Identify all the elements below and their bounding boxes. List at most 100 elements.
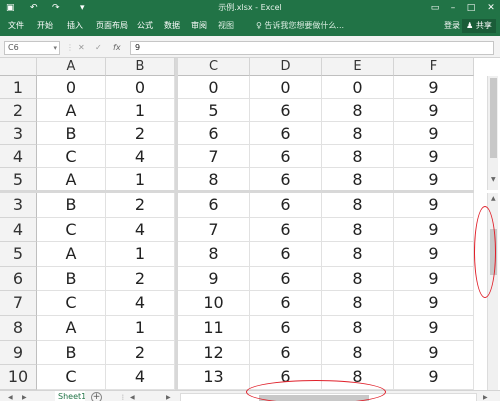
- grid-cell[interactable]: 1: [106, 316, 175, 341]
- tab-view[interactable]: 视图: [218, 20, 234, 32]
- grid-cell[interactable]: 4: [106, 145, 175, 168]
- name-box[interactable]: C6 ▾: [4, 41, 60, 55]
- grid-cell[interactable]: 8: [322, 99, 394, 122]
- grid-cell[interactable]: 0: [37, 76, 106, 99]
- grid-cell[interactable]: 7: [178, 145, 250, 168]
- grid-cell[interactable]: 1: [106, 99, 175, 122]
- grid-cell[interactable]: 6: [250, 316, 322, 341]
- top-vertical-scrollbar[interactable]: ▼: [487, 76, 498, 190]
- grid-cell[interactable]: 8: [322, 193, 394, 218]
- grid-cell[interactable]: C: [37, 217, 106, 243]
- grid-cell[interactable]: C: [37, 291, 106, 316]
- grid-cell[interactable]: B: [37, 193, 106, 218]
- close-icon[interactable]: ✕: [484, 2, 498, 14]
- grid-cell[interactable]: 9: [394, 168, 474, 191]
- grid-cell[interactable]: 9: [178, 266, 250, 292]
- minimize-icon[interactable]: –: [446, 2, 460, 14]
- grid-cell[interactable]: 6: [178, 193, 250, 218]
- grid-cell[interactable]: 4: [106, 291, 175, 316]
- sheet-tab-sheet1[interactable]: Sheet1: [55, 391, 85, 401]
- grid-cell[interactable]: 5: [178, 99, 250, 122]
- scroll-down-icon[interactable]: ▼: [491, 176, 496, 183]
- row-header[interactable]: 4: [0, 145, 37, 168]
- grid-cell[interactable]: B: [37, 122, 106, 145]
- login-link[interactable]: 登录: [444, 20, 460, 32]
- grid-cell[interactable]: 4: [106, 217, 175, 243]
- tab-insert[interactable]: 插入: [67, 20, 83, 32]
- grid-cell[interactable]: 6: [250, 99, 322, 122]
- column-header-c[interactable]: C: [178, 58, 250, 76]
- grid-cell[interactable]: 6: [250, 193, 322, 218]
- tab-data[interactable]: 数据: [164, 20, 180, 32]
- grid-cell[interactable]: 8: [322, 340, 394, 366]
- grid-cell[interactable]: 6: [250, 168, 322, 191]
- grid-cell[interactable]: 9: [394, 266, 474, 292]
- grid-cell[interactable]: 8: [322, 242, 394, 267]
- grid-cell[interactable]: 2: [106, 266, 175, 292]
- grid-cell[interactable]: 6: [250, 145, 322, 168]
- grid-cell[interactable]: 4: [106, 365, 175, 390]
- chevron-down-icon[interactable]: ▾: [53, 42, 57, 54]
- row-header[interactable]: 1: [0, 76, 37, 99]
- grid-cell[interactable]: 2: [106, 340, 175, 366]
- grid-cell[interactable]: 10: [178, 291, 250, 316]
- scroll-up-icon[interactable]: ▲: [491, 195, 496, 202]
- grid-cell[interactable]: 9: [394, 145, 474, 168]
- grid-cell[interactable]: 9: [394, 217, 474, 243]
- grid-cell[interactable]: 8: [322, 217, 394, 243]
- maximize-icon[interactable]: □: [464, 2, 478, 14]
- grid-cell[interactable]: 6: [250, 340, 322, 366]
- grid-cell[interactable]: 8: [322, 316, 394, 341]
- grid-cell[interactable]: 7: [178, 217, 250, 243]
- row-header[interactable]: 3: [0, 122, 37, 145]
- grid-cell[interactable]: C: [37, 145, 106, 168]
- grid-cell[interactable]: C: [37, 365, 106, 390]
- row-header[interactable]: 4: [0, 217, 37, 243]
- tell-me-search[interactable]: ♀ 告诉我您想要做什么...: [256, 20, 344, 32]
- grid-cell[interactable]: 8: [322, 122, 394, 145]
- grid-cell[interactable]: 2: [106, 193, 175, 218]
- grid-cell[interactable]: 9: [394, 99, 474, 122]
- column-header-f[interactable]: F: [394, 58, 474, 76]
- tab-split-icon[interactable]: ⋮: [120, 394, 126, 401]
- grid-cell[interactable]: 9: [394, 316, 474, 341]
- column-header-d[interactable]: D: [250, 58, 322, 76]
- grid-cell[interactable]: 0: [322, 76, 394, 99]
- grid-cell[interactable]: 2: [106, 122, 175, 145]
- grid-cell[interactable]: 9: [394, 122, 474, 145]
- insert-function-icon[interactable]: fx: [113, 41, 121, 55]
- grid-cell[interactable]: 8: [322, 266, 394, 292]
- grid-cell[interactable]: 13: [178, 365, 250, 390]
- column-header-a[interactable]: A: [37, 58, 106, 76]
- worksheet-grid[interactable]: A B C D E F 10000092A156893B266894C47689…: [0, 58, 500, 390]
- grid-cell[interactable]: 11: [178, 316, 250, 341]
- tab-home[interactable]: 开始: [37, 20, 53, 32]
- formula-input[interactable]: 9: [130, 41, 494, 55]
- row-header[interactable]: 5: [0, 168, 37, 191]
- grid-cell[interactable]: 6: [250, 122, 322, 145]
- row-header[interactable]: 2: [0, 99, 37, 122]
- row-header[interactable]: 7: [0, 291, 37, 316]
- grid-cell[interactable]: B: [37, 266, 106, 292]
- grid-cell[interactable]: 9: [394, 242, 474, 267]
- tab-file[interactable]: 文件: [8, 20, 24, 32]
- grid-cell[interactable]: 9: [394, 193, 474, 218]
- tab-page-layout[interactable]: 页面布局: [96, 20, 128, 32]
- grid-cell[interactable]: 0: [178, 76, 250, 99]
- grid-cell[interactable]: 9: [394, 365, 474, 390]
- column-header-b[interactable]: B: [106, 58, 175, 76]
- add-sheet-icon[interactable]: +: [91, 392, 102, 401]
- grid-cell[interactable]: 6: [250, 266, 322, 292]
- scrollbar-thumb[interactable]: [490, 78, 497, 158]
- column-header-e[interactable]: E: [322, 58, 394, 76]
- confirm-icon[interactable]: ✓: [95, 41, 102, 55]
- grid-cell[interactable]: A: [37, 99, 106, 122]
- grid-cell[interactable]: 0: [250, 76, 322, 99]
- row-header[interactable]: 5: [0, 242, 37, 267]
- tab-formulas[interactable]: 公式: [137, 20, 153, 32]
- grid-cell[interactable]: 8: [322, 291, 394, 316]
- row-header[interactable]: 8: [0, 316, 37, 341]
- grid-cell[interactable]: 1: [106, 168, 175, 191]
- tab-scroll-right-icon[interactable]: ▶: [166, 394, 171, 401]
- grid-cell[interactable]: 6: [178, 122, 250, 145]
